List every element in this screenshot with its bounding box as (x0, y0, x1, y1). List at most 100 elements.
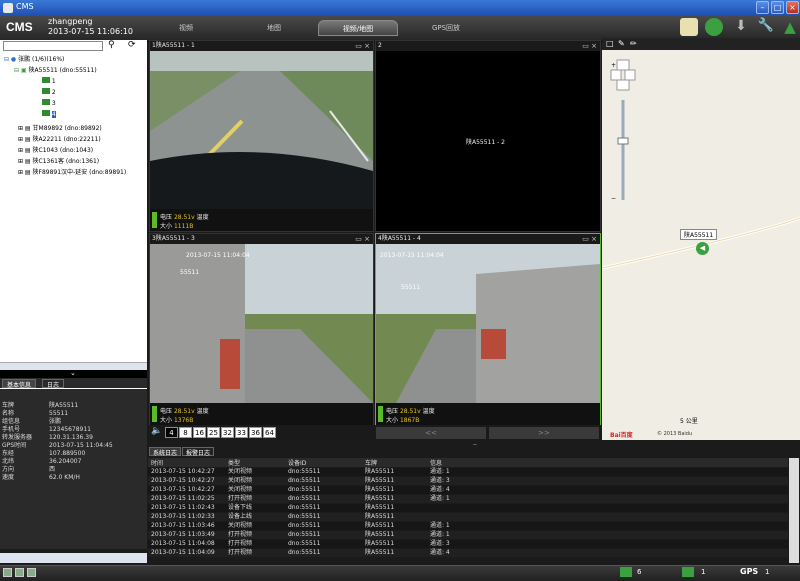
log-cell: 通道: 4 (430, 486, 450, 493)
log-cell: 2013-07-15 11:02:33 (151, 513, 215, 520)
select-icon[interactable]: □ (606, 39, 614, 48)
close-pane-icon[interactable]: ▭ × (355, 42, 370, 50)
search-input[interactable] (3, 41, 103, 51)
log-cell: 打开视频 (228, 495, 253, 502)
split-32-button[interactable]: 32 (221, 427, 234, 438)
info-row: 速度 62.0 KM/H (2, 474, 80, 481)
tab-system-log[interactable]: 系统日志 (149, 447, 182, 457)
log-row[interactable]: 2013-07-15 11:02:25 打开视频 dno:55511 陕A55511 通… (148, 495, 788, 503)
tab-gps-playback[interactable]: GPS回放 (406, 20, 486, 36)
vehicle-marker-label[interactable]: 陕A55511 (680, 229, 718, 240)
tree-device[interactable]: ⊟ ▣ 陕A55511 (dno:55511) (14, 66, 97, 75)
window-title: CMS (16, 2, 34, 11)
log-cell: 陕A55511 (365, 495, 395, 502)
tree-device-other[interactable]: ⊞ ▤ 陕C1361客 (dno:1361) (18, 157, 99, 166)
log-cell: 2013-07-15 11:03:46 (151, 522, 215, 529)
video-pane-2[interactable]: 2 ▭ × 陕A55511 - 2 (375, 40, 601, 232)
log-row[interactable]: 2013-07-15 10:42:27 关闭视频 dno:55511 陕A55511 通… (148, 477, 788, 485)
next-page-button[interactable]: >> (489, 427, 599, 439)
close-pane-icon[interactable]: ▭ × (355, 235, 370, 243)
log-row[interactable]: 2013-07-15 11:02:33 设备上线 dno:55511 陕A55511 (148, 513, 788, 521)
log-cell: 打开视频 (228, 549, 253, 556)
log-cell: dno:55511 (288, 495, 321, 502)
log-cell: dno:55511 (288, 468, 321, 475)
log-scrollbar[interactable] (789, 458, 799, 563)
layout-icon[interactable] (27, 568, 36, 577)
eraser-icon[interactable]: ✎ (618, 39, 625, 48)
vehicle-marker-icon[interactable]: ◀ (696, 242, 709, 255)
tab-map[interactable]: 地图 (234, 20, 314, 36)
panel-collapse-bar[interactable]: ⌄ (0, 369, 147, 378)
log-cell: 2013-07-15 11:02:25 (151, 495, 215, 502)
info-scrollbar[interactable] (0, 553, 147, 563)
tree-root[interactable]: ⊟ ● 张鹏 (1/6)(16%) (4, 55, 64, 64)
close-button[interactable]: × (786, 1, 799, 14)
wrench-icon[interactable]: 🔧 (757, 18, 775, 36)
layout-icon[interactable] (3, 568, 12, 577)
split-16-button[interactable]: 16 (193, 427, 206, 438)
log-row[interactable]: 2013-07-15 11:03:46 关闭视频 dno:55511 陕A55511 通… (148, 522, 788, 530)
tree-channel[interactable]: 1 (42, 77, 56, 86)
baidu-logo: Bai百度 (610, 432, 633, 439)
video-pane-4[interactable]: 4陕A55511 - 4 ▭ × 55511 2013-07-15 11:04:… (375, 233, 601, 426)
zoom-out-icon[interactable]: − (611, 195, 616, 202)
pencil-icon[interactable]: ✏ (630, 39, 637, 48)
split-36-button[interactable]: 36 (249, 427, 262, 438)
split-25-button[interactable]: 25 (207, 427, 220, 438)
warning-icon[interactable]: ▲ (781, 18, 799, 36)
gps-label: GPS (740, 567, 759, 576)
tree-device-other[interactable]: ⊞ ▤ 甘M89892 (dno:89892) (18, 124, 102, 133)
signal-bar (152, 212, 157, 228)
log-cell: 陕A55511 (365, 468, 395, 475)
video-status-4: 电压 28.51v 温度 大小 1867B (376, 403, 600, 425)
tree-device-other[interactable]: ⊞ ▤ 陕F89891汉中-延安 (dno:89891) (18, 168, 126, 177)
log-row[interactable]: 2013-07-15 11:03:49 打开视频 dno:55511 陕A55511 通… (148, 531, 788, 539)
log-cell: dno:55511 (288, 513, 321, 520)
minimize-button[interactable]: – (756, 1, 769, 14)
log-cell: 通道: 1 (430, 531, 450, 538)
tab-alarm-log[interactable]: 报警日志 (182, 447, 215, 457)
log-row[interactable]: 2013-07-15 11:04:08 打开视频 dno:55511 陕A55511 通… (148, 540, 788, 548)
log-cell: 通道: 1 (430, 468, 450, 475)
tree-channel[interactable]: 4 (42, 110, 56, 119)
close-pane-icon[interactable]: ▭ × (582, 235, 597, 243)
log-row[interactable]: 2013-07-15 10:42:27 关闭视频 dno:55511 陕A55511 通… (148, 468, 788, 476)
tab-basic-info[interactable]: 基本信息 (2, 379, 37, 389)
play-icon[interactable] (705, 18, 723, 36)
split-33-button[interactable]: 33 (235, 427, 248, 438)
search-icon[interactable]: ⚲ (108, 40, 115, 50)
refresh-icon[interactable]: ⟳ (128, 40, 136, 50)
split-4-button[interactable]: 4 (165, 427, 178, 438)
download-icon[interactable]: ⬇ (732, 18, 750, 36)
log-cell: 通道: 3 (430, 477, 450, 484)
log-cell: 陕A55511 (365, 513, 395, 520)
tab-info-log[interactable]: 日志 (42, 379, 65, 389)
log-cell: 陕A55511 (365, 531, 395, 538)
split-64-button[interactable]: 64 (263, 427, 276, 438)
tab-video-map[interactable]: 视频/地图 (318, 20, 398, 36)
log-cell: dno:55511 (288, 504, 321, 511)
log-row[interactable]: 2013-07-15 10:42:27 关闭视频 dno:55511 陕A55511 通… (148, 486, 788, 494)
log-row[interactable]: 2013-07-15 11:02:43 设备下线 dno:55511 陕A55511 (148, 504, 788, 512)
device-icon (682, 567, 694, 577)
tab-video[interactable]: 视频 (146, 20, 226, 36)
layout-icon[interactable] (15, 568, 24, 577)
video-timestamp: 2013-07-15 11:04:04 (186, 252, 250, 259)
zoom-in-icon[interactable]: + (611, 62, 616, 69)
maximize-button[interactable]: □ (771, 1, 784, 14)
prev-page-button[interactable]: << (376, 427, 486, 439)
tree-device-other[interactable]: ⊞ ▤ 陕A22211 (dno:22211) (18, 135, 101, 144)
video-pane-3[interactable]: 3陕A55511 - 3 ▭ × 55511 2013-07-15 11:04:… (149, 233, 374, 426)
tree-channel[interactable]: 2 (42, 88, 56, 97)
log-row[interactable]: 2013-07-15 11:04:09 打开视频 dno:55511 陕A55511 通… (148, 549, 788, 557)
log-cell: 2013-07-15 11:04:09 (151, 549, 215, 556)
close-pane-icon[interactable]: ▭ × (582, 42, 597, 50)
tree-channel[interactable]: 3 (42, 99, 56, 108)
split-8-button[interactable]: 8 (179, 427, 192, 438)
video-pane-1[interactable]: 1陕A55511 - 1 ▭ × 电压 28.51v 温度 大小 1111B (149, 40, 374, 232)
volume-icon[interactable]: 🔈 (151, 426, 162, 436)
log-cell: 设备上线 (228, 513, 253, 520)
tree-device-other[interactable]: ⊞ ▤ 陕C1043 (dno:1043) (18, 146, 93, 155)
document-icon[interactable] (680, 18, 698, 36)
collapse-left-icon[interactable]: ◂ (143, 290, 147, 299)
